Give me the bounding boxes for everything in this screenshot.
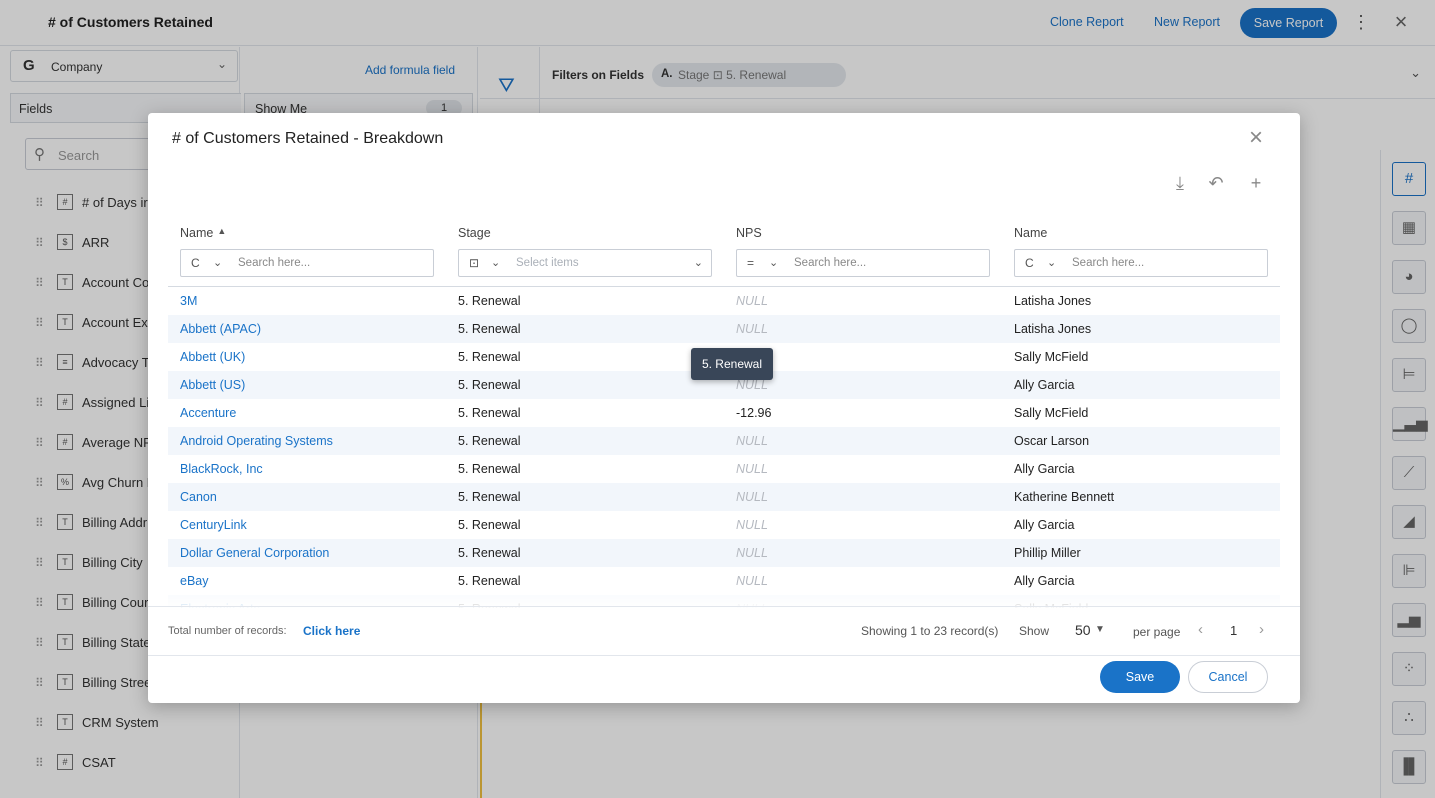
add-column-icon[interactable]: + bbox=[1244, 171, 1268, 195]
sort-ascending-icon[interactable]: ▲ bbox=[217, 226, 226, 236]
total-records-label: Total number of records: bbox=[168, 625, 287, 637]
table-row[interactable]: Canon 5. Renewal NULL Katherine Bennett bbox=[168, 483, 1280, 511]
stage-cell: 5. Renewal bbox=[458, 322, 521, 336]
column-header-nps[interactable]: NPS bbox=[736, 226, 762, 240]
account-name-link[interactable]: Android Operating Systems bbox=[180, 434, 333, 448]
per-page-select[interactable]: 50 bbox=[1075, 622, 1091, 638]
stage-cell: 5. Renewal bbox=[458, 546, 521, 560]
owner-name-cell: Oscar Larson bbox=[1014, 434, 1090, 448]
name-filter-input[interactable]: C ⌄ Search here... bbox=[180, 249, 434, 277]
owner-name-filter-input[interactable]: C ⌄ Search here... bbox=[1014, 249, 1268, 277]
account-name-link[interactable]: eBay bbox=[180, 574, 209, 588]
filter-placeholder: Search here... bbox=[1072, 257, 1145, 269]
page-number: 1 bbox=[1230, 623, 1238, 638]
table-row[interactable]: BlackRock, Inc 5. Renewal NULL Ally Garcia bbox=[168, 455, 1280, 483]
download-icon[interactable]: ⤓ bbox=[1168, 171, 1192, 195]
nps-cell: -12.96 bbox=[736, 406, 772, 420]
stage-cell: 5. Renewal bbox=[458, 350, 521, 364]
account-name-link[interactable]: Dollar General Corporation bbox=[180, 546, 329, 560]
account-name-link[interactable]: BlackRock, Inc bbox=[180, 462, 263, 476]
modal-footer: Total number of records: Click here Show… bbox=[148, 606, 1300, 656]
owner-name-cell: Ally Garcia bbox=[1014, 574, 1075, 588]
column-header-label: Name bbox=[180, 226, 214, 240]
nps-cell: NULL bbox=[736, 434, 768, 448]
account-name-link[interactable]: Accenture bbox=[180, 406, 236, 420]
previous-page-icon[interactable]: ‹ bbox=[1198, 621, 1203, 638]
modal-title: # of Customers Retained - Breakdown bbox=[172, 130, 444, 147]
stage-filter-select[interactable]: ⊡ ⌄ Select items ⌄ bbox=[458, 249, 712, 277]
filter-operator[interactable]: = bbox=[747, 256, 754, 270]
nps-cell: NULL bbox=[736, 490, 768, 504]
owner-name-cell: Phillip Miller bbox=[1014, 546, 1081, 560]
undo-icon[interactable]: ↶ bbox=[1204, 171, 1228, 195]
chevron-down-icon[interactable]: ⌄ bbox=[491, 256, 500, 269]
chevron-down-icon[interactable]: ⌄ bbox=[213, 256, 222, 269]
filter-placeholder: Search here... bbox=[238, 257, 311, 269]
stage-cell: 5. Renewal bbox=[458, 490, 521, 504]
chevron-down-icon[interactable]: ⌄ bbox=[694, 256, 703, 269]
nps-filter-input[interactable]: = ⌄ Search here... bbox=[736, 249, 990, 277]
owner-name-cell: Sally McField bbox=[1014, 350, 1089, 364]
stage-cell: 5. Renewal bbox=[458, 378, 521, 392]
table-row[interactable]: 3M 5. Renewal NULL Latisha Jones bbox=[168, 287, 1280, 315]
records-table: 3M 5. Renewal NULL Latisha Jones Abbett (APA… bbox=[168, 286, 1280, 608]
showing-records-text: Showing 1 to 23 record(s) bbox=[861, 624, 999, 638]
column-header-stage[interactable]: Stage bbox=[458, 226, 491, 240]
account-name-link[interactable]: Canon bbox=[180, 490, 217, 504]
column-header-name[interactable]: Name ▲ bbox=[180, 226, 226, 240]
chevron-down-icon[interactable]: ⌄ bbox=[1047, 256, 1056, 269]
stage-tooltip: 5. Renewal bbox=[691, 348, 773, 380]
table-row[interactable]: Dollar General Corporation 5. Renewal NULL… bbox=[168, 539, 1280, 567]
table-row[interactable]: Abbett (APAC) 5. Renewal NULL Latisha Jones bbox=[168, 315, 1280, 343]
owner-name-cell: Ally Garcia bbox=[1014, 518, 1075, 532]
click-here-link[interactable]: Click here bbox=[303, 624, 360, 638]
stage-cell: 5. Renewal bbox=[458, 574, 521, 588]
stage-cell: 5. Renewal bbox=[458, 518, 521, 532]
save-button[interactable]: Save bbox=[1100, 661, 1180, 693]
cancel-button[interactable]: Cancel bbox=[1188, 661, 1268, 693]
nps-cell: NULL bbox=[736, 518, 768, 532]
caret-down-icon[interactable]: ▼ bbox=[1095, 624, 1105, 635]
next-page-icon[interactable]: › bbox=[1259, 621, 1264, 638]
table-row[interactable]: Accenture 5. Renewal -12.96 Sally McField bbox=[168, 399, 1280, 427]
show-label: Show bbox=[1019, 624, 1050, 638]
nps-cell: NULL bbox=[736, 574, 768, 588]
account-name-link[interactable]: Abbett (APAC) bbox=[180, 322, 261, 336]
filter-operator-icon[interactable]: ⊡ bbox=[469, 256, 479, 270]
filter-operator[interactable]: C bbox=[1025, 256, 1034, 270]
chevron-down-icon[interactable]: ⌄ bbox=[769, 256, 778, 269]
table-row[interactable]: Android Operating Systems 5. Renewal NULL O… bbox=[168, 427, 1280, 455]
scroll-fade bbox=[168, 587, 1280, 608]
per-page-label: per page bbox=[1133, 625, 1181, 639]
stage-cell: 5. Renewal bbox=[458, 406, 521, 420]
nps-cell: NULL bbox=[736, 378, 768, 392]
owner-name-cell: Latisha Jones bbox=[1014, 322, 1092, 336]
owner-name-cell: Sally McField bbox=[1014, 406, 1089, 420]
owner-name-cell: Ally Garcia bbox=[1014, 462, 1075, 476]
account-name-link[interactable]: Abbett (UK) bbox=[180, 350, 245, 364]
filter-placeholder: Select items bbox=[516, 257, 579, 269]
close-icon[interactable]: × bbox=[1244, 126, 1268, 151]
nps-cell: NULL bbox=[736, 462, 768, 476]
owner-name-cell: Latisha Jones bbox=[1014, 294, 1092, 308]
filter-placeholder: Search here... bbox=[794, 257, 867, 269]
breakdown-modal: # of Customers Retained - Breakdown × ⤓ … bbox=[148, 113, 1300, 703]
stage-cell: 5. Renewal bbox=[458, 434, 521, 448]
account-name-link[interactable]: 3M bbox=[180, 294, 197, 308]
account-name-link[interactable]: CenturyLink bbox=[180, 518, 247, 532]
filter-operator[interactable]: C bbox=[191, 256, 200, 270]
nps-cell: NULL bbox=[736, 294, 768, 308]
column-header-owner-name[interactable]: Name bbox=[1014, 226, 1047, 240]
account-name-link[interactable]: Abbett (US) bbox=[180, 378, 245, 392]
owner-name-cell: Ally Garcia bbox=[1014, 378, 1075, 392]
owner-name-cell: Katherine Bennett bbox=[1014, 490, 1115, 504]
stage-cell: 5. Renewal bbox=[458, 462, 521, 476]
nps-cell: NULL bbox=[736, 546, 768, 560]
table-row[interactable]: CenturyLink 5. Renewal NULL Ally Garcia bbox=[168, 511, 1280, 539]
stage-cell: 5. Renewal bbox=[458, 294, 521, 308]
nps-cell: NULL bbox=[736, 322, 768, 336]
